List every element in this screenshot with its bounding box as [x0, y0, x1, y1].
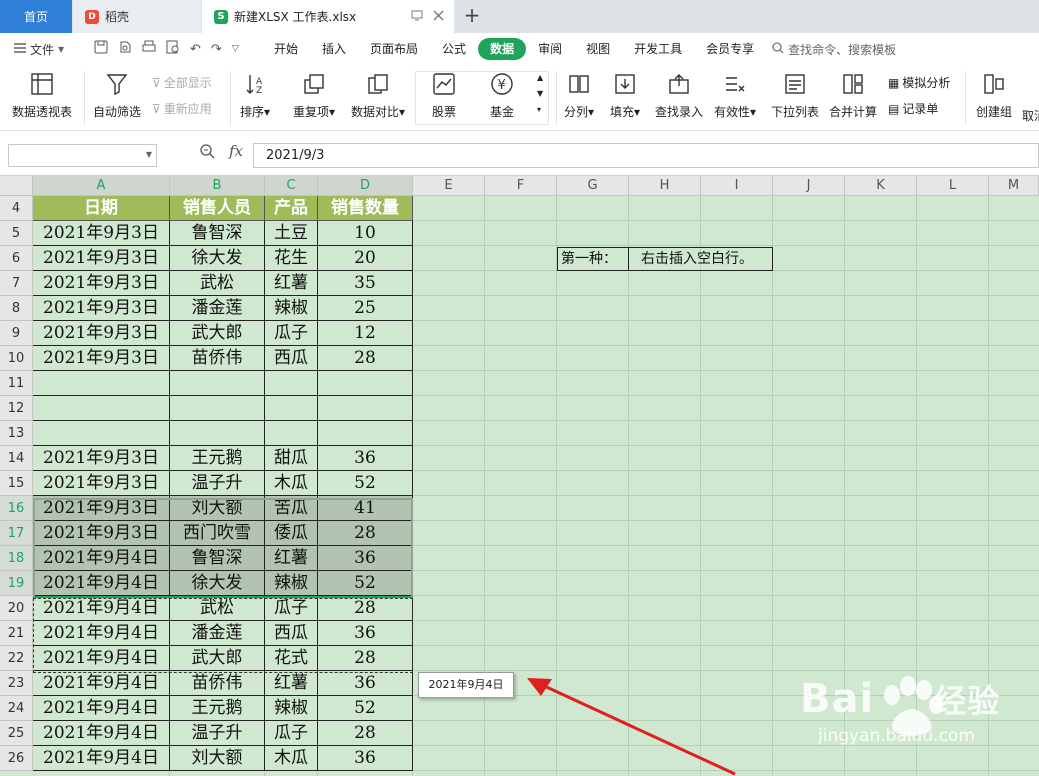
watermark-brand: Bai 经验: [800, 676, 1001, 722]
watermark-url: jingyan.baidu.com: [818, 726, 975, 746]
spreadsheet-app: 首页 D 稻壳 S 新建XLSX 工作表.xlsx + 文件 ▼ ↶ ↷ ▽ 开…: [0, 0, 1039, 776]
